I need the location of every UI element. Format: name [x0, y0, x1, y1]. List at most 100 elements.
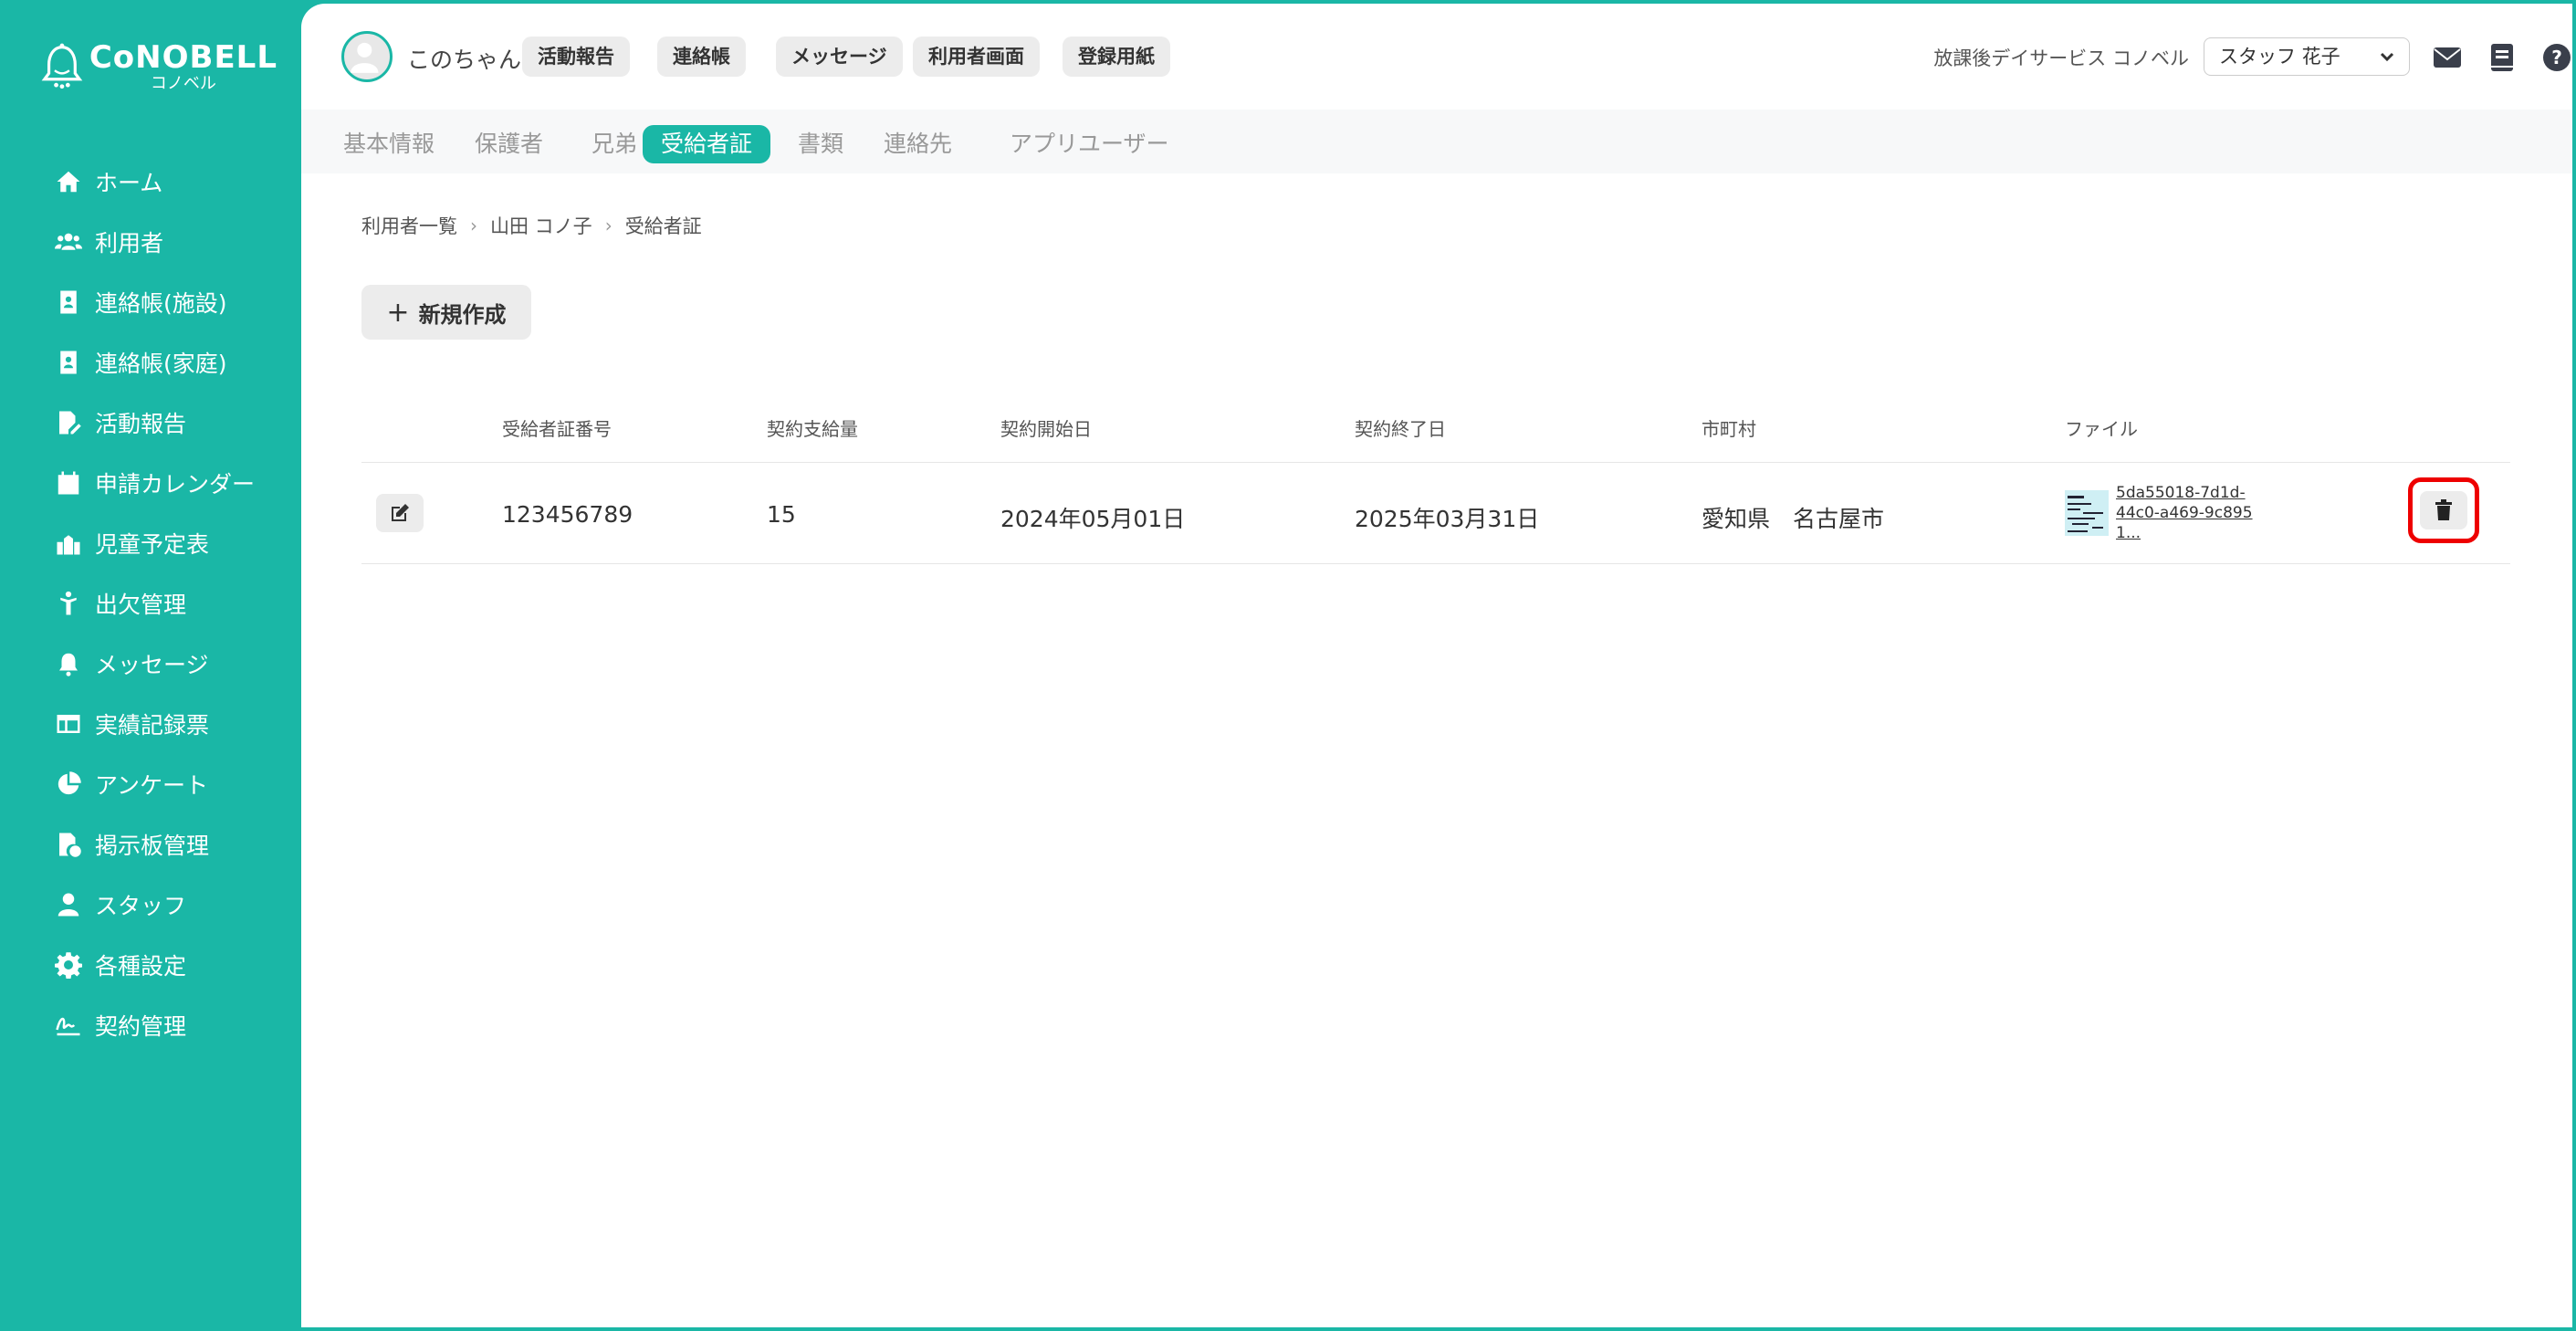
tab-bar: 基本情報 保護者 兄弟 受給者証 書類 連絡先 アプリユーザー: [301, 110, 2572, 173]
sidebar-item-label: 実績記録票: [95, 712, 210, 739]
sidebar: CoNOBELL コノベル ホーム 利用者 連絡帳(施設) 連絡帳(家庭) 活動…: [0, 0, 301, 1331]
delete-highlight: [2408, 477, 2479, 543]
sidebar-item-label: ホーム: [95, 170, 163, 196]
quick-link-contact-book[interactable]: 連絡帳: [657, 37, 746, 77]
quick-link-activity-report[interactable]: 活動報告: [522, 37, 630, 77]
sidebar-item-home[interactable]: ホーム: [55, 152, 255, 212]
sidebar-item-users[interactable]: 利用者: [55, 212, 255, 272]
col-end: 契約終了日: [1355, 418, 1446, 440]
col-start: 契約開始日: [1000, 418, 1092, 440]
create-new-button[interactable]: + 新規作成: [361, 285, 531, 340]
school-icon: [57, 535, 80, 555]
table-icon: [57, 715, 80, 733]
sidebar-item-label: スタッフ: [95, 893, 187, 919]
chevron-right-icon: ›: [604, 215, 613, 236]
quick-link-user-screen[interactable]: 利用者画面: [913, 37, 1040, 77]
user-name: このちゃん: [407, 47, 522, 73]
sidebar-item-settings[interactable]: 各種設定: [55, 935, 255, 995]
cell-amount: 15: [767, 501, 796, 528]
cell-city: 愛知県 名古屋市: [1702, 506, 1885, 532]
avatar[interactable]: [341, 31, 393, 82]
col-amount: 契約支給量: [767, 418, 858, 440]
sidebar-item-label: メッセージ: [95, 652, 209, 678]
table-header: 受給者証番号 契約支給量 契約開始日 契約終了日 市町村 ファイル: [361, 396, 2510, 463]
top-bar: このちゃん 活動報告 連絡帳 メッセージ 利用者画面 登録用紙 放課後デイサービ…: [301, 4, 2572, 110]
breadcrumb-user-list[interactable]: 利用者一覧: [361, 212, 457, 239]
col-file: ファイル: [2065, 418, 2138, 440]
breadcrumb: 利用者一覧 › 山田 コノ子 › 受給者証: [361, 212, 702, 239]
sidebar-item-records[interactable]: 実績記録票: [55, 694, 255, 754]
user-avatar-icon: [351, 42, 379, 73]
bell-icon: [59, 653, 78, 676]
sidebar-item-label: 出欠管理: [95, 592, 187, 618]
help-icon[interactable]: ?: [2541, 42, 2572, 73]
sidebar-item-survey[interactable]: アンケート: [55, 754, 255, 814]
sidebar-item-label: 児童予定表: [95, 531, 210, 558]
cell-number: 123456789: [502, 501, 634, 528]
breadcrumb-current: 受給者証: [624, 215, 702, 237]
book-icon[interactable]: [2487, 42, 2518, 73]
chevron-down-icon: [2380, 52, 2394, 62]
sidebar-item-label: 申請カレンダー: [95, 471, 256, 498]
file-edit-icon: [59, 411, 81, 435]
tab-guardian[interactable]: 保護者: [456, 125, 561, 163]
mail-icon[interactable]: [2432, 42, 2463, 73]
create-new-label: 新規作成: [418, 301, 507, 328]
staff-icon: [58, 893, 79, 917]
gear-icon: [55, 952, 82, 979]
brand-logo[interactable]: CoNOBELL コノベル: [40, 31, 277, 104]
col-city: 市町村: [1702, 418, 1756, 440]
sidebar-item-schedule[interactable]: 児童予定表: [55, 513, 255, 573]
cell-end: 2025年03月31日: [1355, 506, 1540, 532]
plus-icon: +: [386, 296, 410, 329]
staff-select[interactable]: スタッフ 花子: [2204, 37, 2410, 76]
breadcrumb-user-name[interactable]: 山田 コノ子: [490, 212, 592, 239]
sidebar-item-label: アンケート: [95, 772, 209, 799]
quick-link-registration-form[interactable]: 登録用紙: [1063, 37, 1170, 77]
staff-select-value: スタッフ 花子: [2219, 46, 2340, 68]
quick-link-message[interactable]: メッセージ: [776, 37, 903, 77]
sidebar-item-label: 各種設定: [95, 953, 187, 980]
sidebar-item-label: 掲示板管理: [95, 833, 210, 859]
sidebar-item-label: 連絡帳(施設): [95, 290, 227, 317]
tab-basic-info[interactable]: 基本情報: [325, 125, 453, 163]
edit-button[interactable]: [376, 494, 424, 532]
delete-button[interactable]: [2420, 491, 2467, 529]
child-icon: [60, 591, 77, 615]
table-row: 123456789 15 2024年05月01日 2025年03月31日 愛知県…: [361, 463, 2510, 564]
certificate-table: 受給者証番号 契約支給量 契約開始日 契約終了日 市町村 ファイル 123456…: [361, 396, 2510, 564]
cell-start: 2024年05月01日: [1000, 506, 1186, 532]
contact-book-icon: [60, 351, 77, 374]
sidebar-nav: ホーム 利用者 連絡帳(施設) 連絡帳(家庭) 活動報告 申請カレンダー 児童予…: [55, 152, 255, 1055]
chevron-right-icon: ›: [470, 215, 477, 236]
sidebar-item-message[interactable]: メッセージ: [55, 634, 255, 694]
sidebar-item-contract[interactable]: 契約管理: [55, 995, 255, 1055]
tab-contacts[interactable]: 連絡先: [865, 125, 970, 163]
signature-icon: [56, 1017, 80, 1036]
pie-chart-icon: [58, 771, 81, 795]
file-thumbnail[interactable]: [2065, 490, 2109, 536]
contact-book-icon: [60, 290, 77, 314]
users-icon: [55, 233, 82, 250]
file-check-icon: [59, 833, 81, 857]
sidebar-item-label: 活動報告: [95, 411, 187, 437]
sidebar-item-contact-home[interactable]: 連絡帳(家庭): [55, 332, 255, 393]
tab-documents[interactable]: 書類: [780, 125, 862, 163]
bell-logo-icon: [41, 43, 83, 89]
tab-recipient-certificate[interactable]: 受給者証: [643, 125, 771, 163]
sidebar-item-calendar[interactable]: 申請カレンダー: [55, 453, 255, 513]
sidebar-item-bulletin[interactable]: 掲示板管理: [55, 814, 255, 875]
trash-icon: [2435, 499, 2452, 520]
sidebar-item-label: 連絡帳(家庭): [95, 351, 227, 377]
sidebar-item-staff[interactable]: スタッフ: [55, 875, 255, 935]
tab-app-users[interactable]: アプリユーザー: [991, 125, 1188, 163]
sidebar-item-label: 利用者: [95, 230, 164, 257]
file-link[interactable]: 5da55018-7d1d-44c0-a469-9c8951...: [2116, 483, 2253, 543]
sidebar-item-attendance[interactable]: 出欠管理: [55, 573, 255, 634]
sidebar-item-contact-facility[interactable]: 連絡帳(施設): [55, 272, 255, 332]
facility-name: 放課後デイサービス コノベル: [1933, 47, 2189, 69]
brand-name: CoNOBELL: [89, 39, 277, 76]
sidebar-item-activity-report[interactable]: 活動報告: [55, 393, 255, 453]
svg-text:?: ?: [2551, 47, 2562, 68]
calendar-icon: [58, 471, 79, 495]
